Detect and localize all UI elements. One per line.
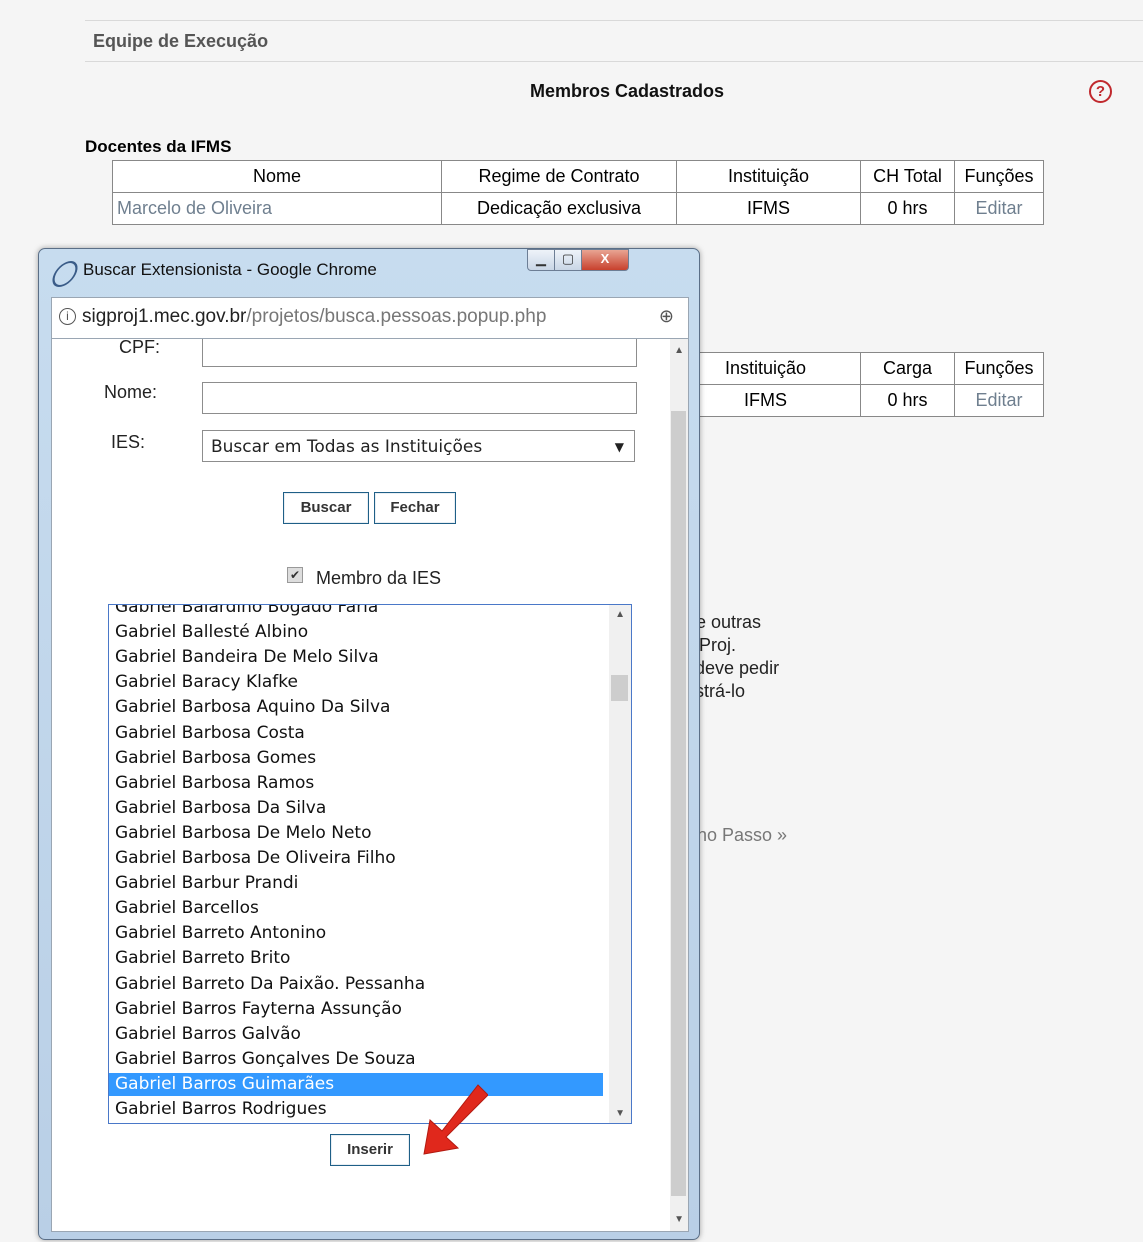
table-header-row: Nome Regime de Contrato Instituição CH T… bbox=[112, 160, 1044, 193]
divider bbox=[85, 20, 1143, 21]
scroll-down-icon[interactable]: ▼ bbox=[674, 1214, 684, 1225]
scroll-down-icon[interactable]: ▼ bbox=[615, 1108, 625, 1119]
docentes-table: Nome Regime de Contrato Instituição CH T… bbox=[112, 160, 1044, 225]
regime-cell: Dedicação exclusiva bbox=[441, 192, 677, 225]
member-name-link[interactable]: Marcelo de Oliveira bbox=[112, 192, 442, 225]
divider bbox=[85, 61, 1143, 62]
list-scroll-thumb[interactable] bbox=[611, 675, 628, 701]
list-item[interactable]: Gabriel Barros Fayterna Assunção bbox=[109, 998, 603, 1021]
list-item[interactable]: Gabriel Barbur Prandi bbox=[109, 872, 603, 895]
scroll-up-icon[interactable]: ▲ bbox=[615, 609, 625, 620]
list-item[interactable]: Gabriel Barbosa De Oliveira Filho bbox=[109, 847, 603, 870]
table-header-row: Instituição Carga Funções bbox=[670, 352, 1044, 385]
list-scrollbar[interactable]: ▲ ▼ bbox=[609, 605, 631, 1123]
url-host: sigproj1.mec.gov.br bbox=[82, 306, 247, 327]
close-button[interactable]: X bbox=[581, 249, 629, 271]
scroll-up-icon[interactable]: ▲ bbox=[674, 345, 684, 356]
help-icon[interactable]: ? bbox=[1089, 80, 1112, 103]
popup-scroll-thumb[interactable] bbox=[671, 411, 686, 1196]
col-funcoes: Funções bbox=[954, 160, 1044, 193]
list-item[interactable]: Gabriel Bandeira De Melo Silva bbox=[109, 646, 603, 669]
next-step-link[interactable]: no Passo » bbox=[697, 825, 787, 846]
buscar-button[interactable]: Buscar bbox=[283, 492, 369, 524]
list-item[interactable]: Gabriel Barros Rodrigues bbox=[109, 1098, 603, 1121]
person-listbox[interactable]: Gabriel Barros Rodrigues Gabriel Barros G… bbox=[108, 604, 632, 1124]
list-item[interactable]: Gabriel Barreto Antonino bbox=[109, 922, 603, 945]
nome-label: Nome: bbox=[104, 382, 158, 402]
popup-scrollbar[interactable]: ▲ ▼ bbox=[670, 339, 688, 1231]
address-bar[interactable]: i sigproj1.mec.gov.br/projetos/busca.pes… bbox=[51, 297, 689, 339]
chevron-down-icon: ▼ bbox=[614, 440, 624, 454]
maximize-button[interactable]: ▢ bbox=[554, 249, 582, 271]
inserir-button[interactable]: Inserir bbox=[330, 1134, 410, 1166]
list-item[interactable]: Gabriel Barbosa Aquino Da Silva bbox=[109, 696, 603, 719]
col-ch-total: CH Total bbox=[860, 160, 955, 193]
docentes-heading: Docentes da IFMS bbox=[85, 137, 232, 156]
url-path: /projetos/busca.pessoas.popup.php bbox=[246, 306, 547, 327]
browser-icon bbox=[47, 261, 83, 287]
popup-content: CPF: Nome: IES: Buscar em Todas as Insti… bbox=[51, 338, 689, 1232]
red-arrow-icon bbox=[423, 1084, 488, 1155]
info-icon[interactable]: i bbox=[59, 308, 76, 325]
membro-checkbox-label: Membro da IES bbox=[316, 568, 442, 588]
list-item[interactable]: Gabriel Ballesté Albino bbox=[109, 621, 603, 644]
col-funcoes: Funções bbox=[954, 352, 1044, 385]
col-instituicao: Instituição bbox=[676, 160, 861, 193]
list-item[interactable]: Gabriel Baracy Klafke bbox=[109, 671, 603, 694]
nome-input[interactable] bbox=[202, 382, 637, 414]
list-item[interactable]: Gabriel Barreto Brito bbox=[109, 947, 603, 970]
fechar-button[interactable]: Fechar bbox=[374, 492, 456, 524]
list-item[interactable]: Gabriel Barbosa Costa bbox=[109, 722, 603, 745]
carga-cell: 0 hrs bbox=[860, 384, 955, 417]
list-item[interactable]: Gabriel Barbosa Ramos bbox=[109, 772, 603, 795]
col-nome: Nome bbox=[112, 160, 442, 193]
list-item[interactable]: Gabriel Barros Gonçalves De Souza bbox=[109, 1048, 603, 1071]
col-carga: Carga bbox=[860, 352, 955, 385]
list-item[interactable]: Gabriel Barreto Da Paixão. Pessanha bbox=[109, 973, 603, 996]
table-row: Marcelo de Oliveira Dedicação exclusiva … bbox=[112, 192, 1044, 225]
instituicao-cell: IFMS bbox=[676, 192, 861, 225]
edit-link[interactable]: Editar bbox=[954, 192, 1044, 225]
membro-checkbox[interactable]: ✔ bbox=[287, 567, 303, 583]
ies-selected-value: Buscar em Todas as Instituições bbox=[211, 437, 483, 457]
list-item[interactable]: Gabriel Barcellos bbox=[109, 897, 603, 920]
ies-select[interactable]: Buscar em Todas as Instituições ▼ bbox=[202, 430, 635, 462]
window-title: Buscar Extensionista - Google Chrome bbox=[83, 260, 377, 279]
edit-link[interactable]: Editar bbox=[954, 384, 1044, 417]
list-item[interactable]: Gabriel Barros Guimarães bbox=[109, 1072, 603, 1096]
second-table: Instituição Carga Funções IFMS 0 hrs Edi… bbox=[670, 352, 1044, 417]
list-item[interactable]: Gabriel Balardino Bogado Faria bbox=[109, 605, 603, 619]
cpf-label: CPF: bbox=[119, 338, 161, 357]
list-item[interactable]: Gabriel Barbosa Gomes bbox=[109, 747, 603, 770]
members-title: Membros Cadastrados bbox=[530, 81, 725, 101]
col-regime: Regime de Contrato bbox=[441, 160, 677, 193]
ies-label: IES: bbox=[111, 432, 146, 452]
minimize-button[interactable]: ▁ bbox=[527, 249, 555, 271]
section-title: Equipe de Execução bbox=[93, 31, 269, 51]
cpf-input[interactable] bbox=[202, 339, 637, 367]
list-item[interactable]: Gabriel Barbosa Da Silva bbox=[109, 797, 603, 820]
list-item[interactable]: Gabriel Barros Galvão bbox=[109, 1023, 603, 1046]
table-row: IFMS 0 hrs Editar bbox=[670, 384, 1044, 417]
list-item[interactable]: Gabriel Barbosa De Melo Neto bbox=[109, 822, 603, 845]
zoom-icon[interactable]: ⊕ bbox=[659, 306, 674, 327]
url-text: sigproj1.mec.gov.br/projetos/busca.pesso… bbox=[82, 306, 546, 328]
ch-cell: 0 hrs bbox=[860, 192, 955, 225]
popup-window: Buscar Extensionista - Google Chrome ▁ ▢… bbox=[38, 248, 700, 1240]
